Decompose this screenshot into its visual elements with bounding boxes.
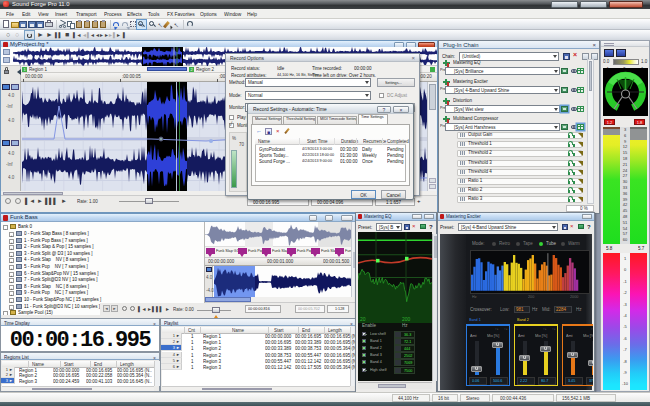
svg-text:200: 200 xyxy=(402,316,411,322)
svg-text:20: 20 xyxy=(360,316,366,322)
